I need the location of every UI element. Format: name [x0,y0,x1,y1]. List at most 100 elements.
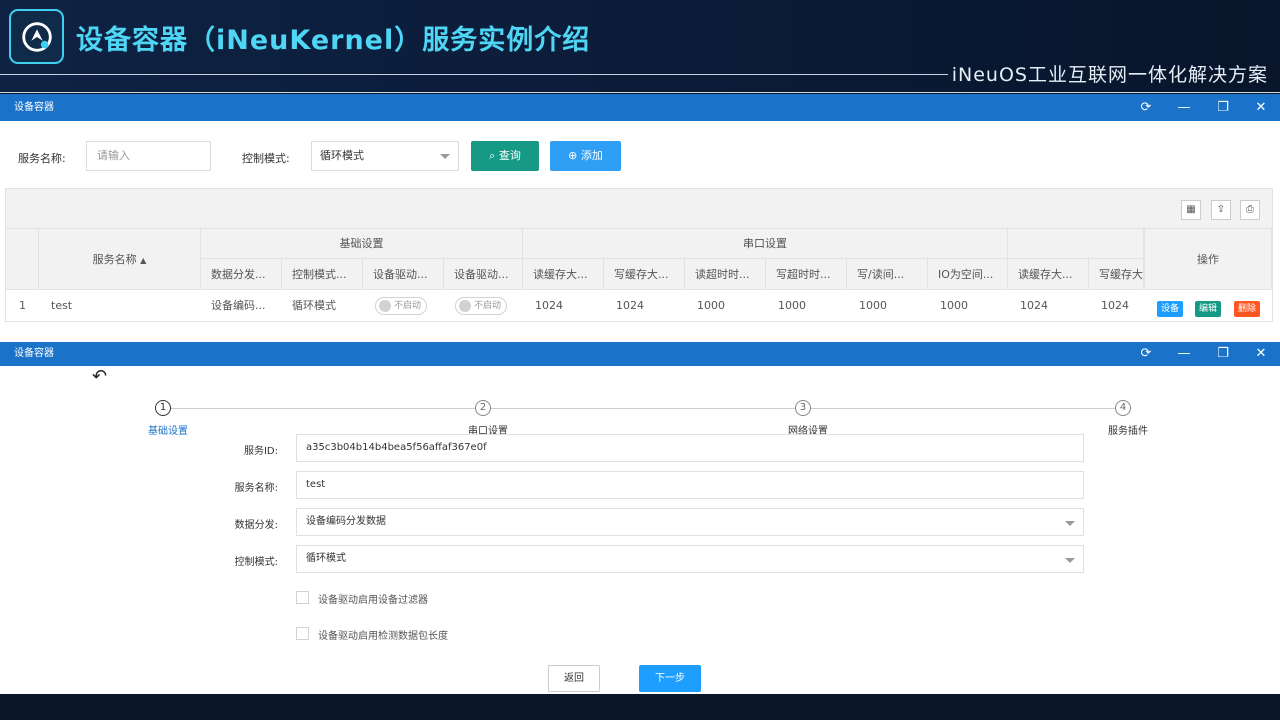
column-header[interactable]: 控制模式... [282,259,363,290]
toggle-knob [379,300,391,312]
device-container-list-window: 设备容器 ⟳ — ❐ ✕ 服务名称: 请输入 控制模式: 循环模式 ⌕ 查询 ⊕… [0,94,1280,342]
minimize-icon[interactable]: — [1172,342,1196,366]
service-name-form-label: 服务名称: [234,483,278,494]
page-title: 设备容器（iNeuKernel）服务实例介绍 [76,25,591,56]
chevron-down-icon [1065,558,1075,563]
column-header[interactable]: 写缓存大 [1089,259,1144,290]
header-banner: 设备容器（iNeuKernel）服务实例介绍 iNeuOS工业互联网一体化解决方… [0,0,1280,93]
column-header[interactable]: 写超时时... [766,259,847,290]
step-4-label: 服务插件 [1108,426,1148,437]
back-arrow-icon[interactable]: ↶ [92,366,107,387]
sort-icon[interactable]: ▲ [140,256,146,265]
query-button-label: 查询 [498,149,521,162]
service-id-field[interactable]: a35c3b04b14b4bea5f56affaf367e0f [296,434,1084,462]
control-mode-select[interactable]: 循环模式 [311,141,459,171]
window-title: 设备容器 [14,348,54,359]
table-cell: 1000 [778,299,806,312]
search-icon: ⌕ [489,149,496,162]
column-header[interactable]: 数据分发... [201,259,282,290]
step-2[interactable]: 2 [475,400,491,416]
print-icon[interactable]: ⎙ [1240,200,1260,220]
table-cell: 1024 [1020,299,1048,312]
index-header [6,229,39,290]
back-button[interactable]: 返回 [548,665,600,692]
service-table: ▦ ⇪ ⎙ 服务名称 ▲ 基础设置 串口设置 操作 数据分发... 控制模式..… [5,188,1273,322]
columns-icon[interactable]: ▦ [1181,200,1201,220]
column-header[interactable]: 写/读间... [847,259,928,290]
column-header[interactable]: IO为空间... [928,259,1008,290]
table-cell: 1024 [535,299,563,312]
restore-icon[interactable]: ❐ [1211,342,1235,366]
packet-length-label: 设备驱动启用检测数据包长度 [318,631,448,642]
restore-icon[interactable]: ❐ [1211,94,1235,121]
serial-settings-group: 串口设置 [523,229,1008,259]
toggle-label: 不启动 [474,301,502,311]
step-4[interactable]: 4 [1115,400,1131,416]
minimize-icon[interactable]: — [1172,94,1196,121]
table-cell: 1000 [940,299,968,312]
packet-length-checkbox[interactable] [296,627,309,640]
control-mode-form-select[interactable]: 循环模式 [296,545,1084,573]
tagline: iNeuOS工业互联网一体化解决方案 [951,64,1268,86]
control-mode-form-label: 控制模式: [234,557,278,568]
column-header[interactable]: 读超时时... [685,259,766,290]
service-name-header-label: 服务名称 [92,253,137,266]
driver-toggle[interactable]: 不启动 [455,297,507,315]
brand-logo-icon [9,9,64,64]
toggle-knob [459,300,471,312]
data-dispatch-value: 设备编码分发数据 [306,516,386,527]
column-header[interactable]: 读缓存大... [523,259,604,290]
column-header[interactable]: 设备驱动... [444,259,523,290]
basic-settings-group: 基础设置 [201,229,523,259]
data-dispatch-select[interactable]: 设备编码分发数据 [296,508,1084,536]
step-connector [811,408,1115,409]
refresh-icon[interactable]: ⟳ [1134,94,1158,121]
data-dispatch-label: 数据分发: [234,520,278,531]
toggle-label: 不启动 [394,301,422,311]
table-cell: 设备编码... [211,299,266,312]
driver-toggle[interactable]: 不启动 [375,297,427,315]
column-header[interactable]: 设备驱动... [363,259,444,290]
control-mode-value: 循环模式 [320,149,364,162]
edit-button[interactable]: 编辑 [1195,301,1221,317]
refresh-icon[interactable]: ⟳ [1134,342,1158,366]
delete-button[interactable]: 删除 [1234,301,1260,317]
service-name-field[interactable]: test [296,471,1084,499]
action-header: 操作 [1144,229,1272,290]
row-service-name: test [51,299,73,312]
control-mode-form-value: 循环模式 [306,553,346,564]
device-filter-label: 设备驱动启用设备过滤器 [318,595,428,606]
column-header[interactable]: 写缓存大... [604,259,685,290]
table-toolbar: ▦ ⇪ ⎙ [6,189,1272,229]
device-button[interactable]: 设备 [1157,301,1183,317]
table-cell: 1000 [859,299,887,312]
close-icon[interactable]: ✕ [1249,342,1273,366]
export-icon[interactable]: ⇪ [1211,200,1231,220]
chevron-down-icon [440,154,450,159]
table-cell: 1024 [616,299,644,312]
step-connector [491,408,795,409]
step-1-label: 基础设置 [148,426,188,437]
add-button-label: 添加 [580,149,603,162]
step-3[interactable]: 3 [795,400,811,416]
window-titlebar: 设备容器 ⟳ — ❐ ✕ [0,94,1280,121]
header-divider [0,74,948,75]
header-bottom-line [0,92,1280,93]
table-cell: 循环模式 [292,299,336,312]
add-button[interactable]: ⊕ 添加 [550,141,621,171]
plus-circle-icon: ⊕ [568,149,578,162]
query-button[interactable]: ⌕ 查询 [471,141,539,171]
service-id-label: 服务ID: [243,446,278,457]
service-name-input[interactable]: 请输入 [86,141,211,171]
window-titlebar: 设备容器 ⟳ — ❐ ✕ [0,342,1280,366]
window-title: 设备容器 [14,102,54,113]
search-bar: 服务名称: 请输入 控制模式: 循环模式 ⌕ 查询 ⊕ 添加 [0,141,1280,173]
service-name-label: 服务名称: [18,152,66,165]
table-cell: 1024 [1101,299,1129,312]
service-name-header[interactable]: 服务名称 ▲ [39,229,201,290]
next-button[interactable]: 下一步 [639,665,701,692]
close-icon[interactable]: ✕ [1249,94,1273,121]
step-1[interactable]: 1 [155,400,171,416]
device-filter-checkbox[interactable] [296,591,309,604]
column-header[interactable]: 读缓存大... [1008,259,1089,290]
